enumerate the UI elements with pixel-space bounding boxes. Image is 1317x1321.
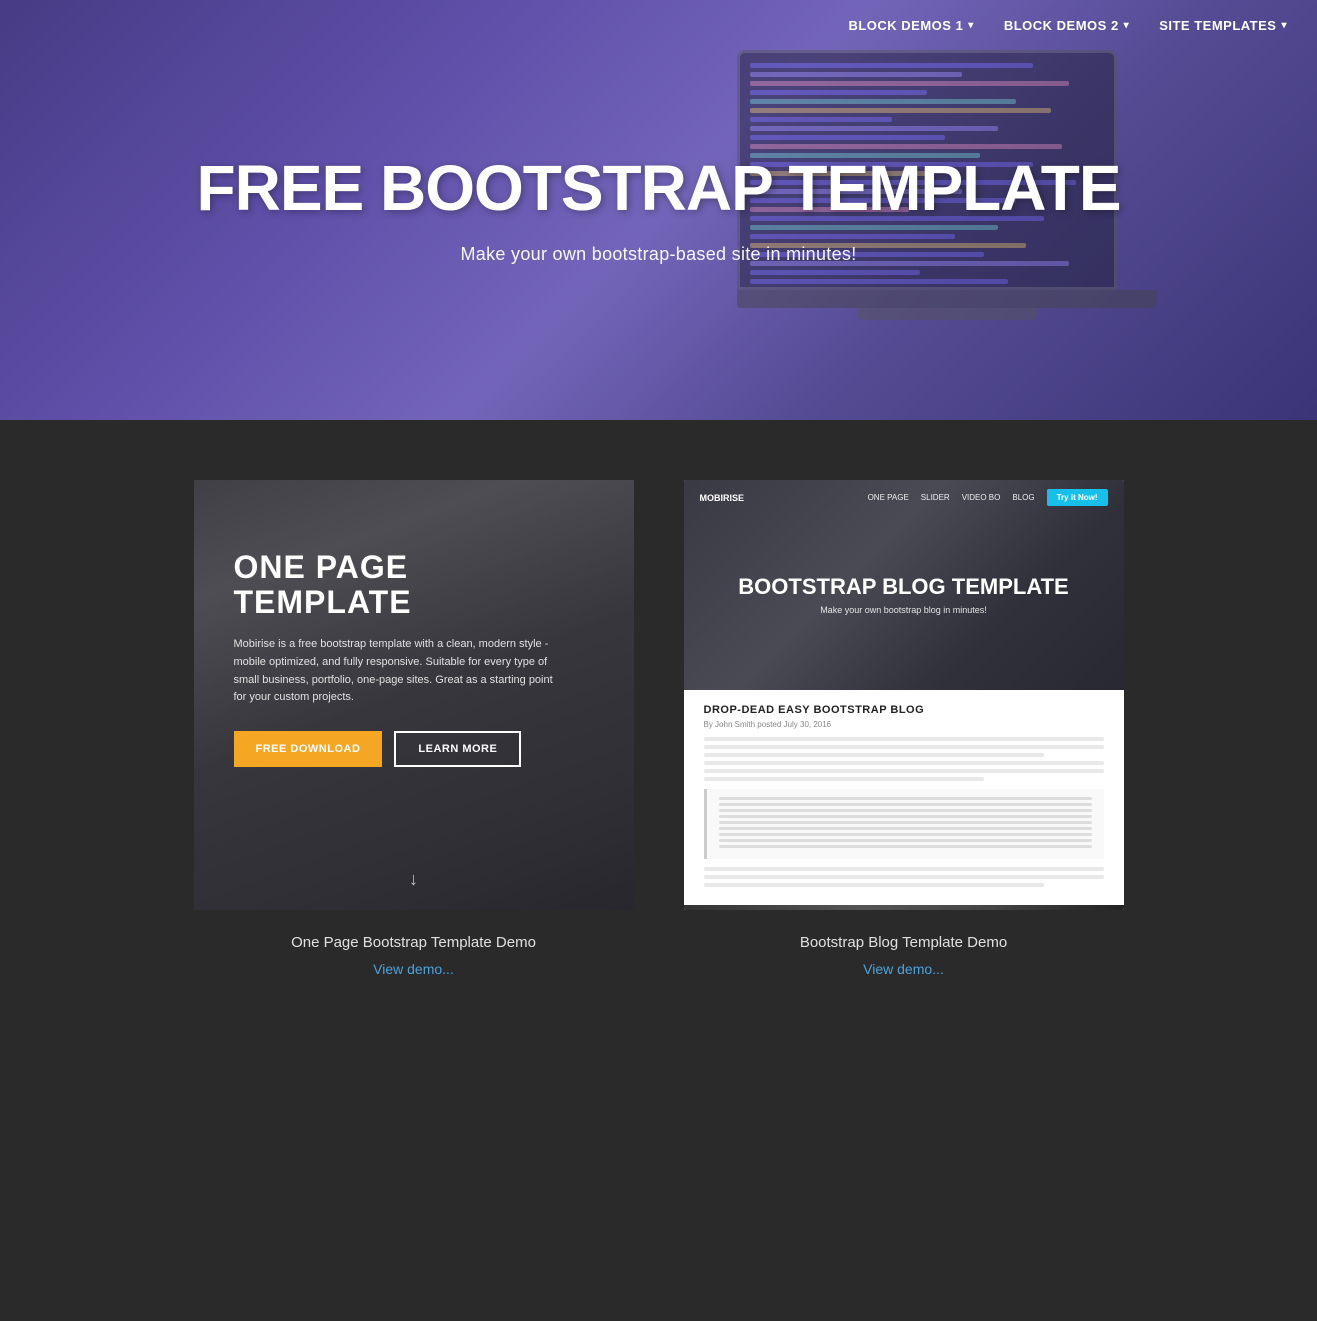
blog-nav-links: ONE PAGE SLIDER VIDEO BO BLOG Try it Now… xyxy=(868,489,1108,506)
blog-article-section: DROP-DEAD EASY BOOTSTRAP BLOG By John Sm… xyxy=(684,690,1124,905)
card-image-blog: MOBIRISE ONE PAGE SLIDER VIDEO BO BLOG T… xyxy=(684,480,1124,910)
laptop-base xyxy=(737,290,1157,308)
blog-top-section: MOBIRISE ONE PAGE SLIDER VIDEO BO BLOG T… xyxy=(684,480,1124,690)
blog-article-title: DROP-DEAD EASY BOOTSTRAP BLOG xyxy=(704,704,1104,716)
blog-bottom-image xyxy=(684,905,1124,910)
nav-block-demos-2[interactable]: BLOCK DEMOS 2 ▾ xyxy=(1004,18,1129,33)
laptop-stand xyxy=(857,308,1037,320)
card-footer-blog: Bootstrap Blog Template Demo View demo..… xyxy=(684,910,1124,987)
chevron-down-icon: ▾ xyxy=(1281,20,1287,31)
card-one-page-title: One Page Bootstrap Template Demo xyxy=(204,934,624,951)
card-image-one-page: ONE PAGE TEMPLATE Mobirise is a free boo… xyxy=(194,480,634,910)
blog-try-now-button[interactable]: Try it Now! xyxy=(1047,489,1108,506)
blog-article-meta: By John Smith posted July 30, 2016 xyxy=(704,720,1104,729)
article-line xyxy=(704,883,1044,887)
article-line xyxy=(704,867,1104,871)
free-download-button[interactable]: FREE DOWNLOAD xyxy=(234,731,383,767)
hero-title: FREE BOOTSTRAP TEMPLATE xyxy=(197,155,1121,222)
hero-content: FREE BOOTSTRAP TEMPLATE Make your own bo… xyxy=(197,155,1121,265)
nav-block-demos-1[interactable]: BLOCK DEMOS 1 ▾ xyxy=(848,18,973,33)
blog-hero-title: BOOTSTRAP BLOG TEMPLATE xyxy=(738,575,1068,599)
quote-line xyxy=(719,809,1092,812)
blog-nav-bar: MOBIRISE ONE PAGE SLIDER VIDEO BO BLOG T… xyxy=(684,480,1124,515)
hero-subtitle: Make your own bootstrap-based site in mi… xyxy=(197,244,1121,265)
article-line xyxy=(704,875,1104,879)
article-line xyxy=(704,769,1104,773)
blog-nav-video[interactable]: VIDEO BO xyxy=(962,493,1001,502)
preview-one-page-text: Mobirise is a free bootstrap template wi… xyxy=(234,636,554,706)
blog-logo: MOBIRISE xyxy=(700,493,745,503)
article-line xyxy=(704,777,984,781)
quote-line xyxy=(719,839,1092,842)
article-line xyxy=(704,753,1044,757)
card-blog-title: Bootstrap Blog Template Demo xyxy=(694,934,1114,951)
chevron-down-icon: ▾ xyxy=(968,20,974,31)
hero-section: FREE BOOTSTRAP TEMPLATE Make your own bo… xyxy=(0,0,1317,420)
learn-more-button[interactable]: LEARN MORE xyxy=(394,731,521,767)
preview-content: ONE PAGE TEMPLATE Mobirise is a free boo… xyxy=(194,480,634,797)
scroll-down-icon: ↓ xyxy=(409,869,418,890)
blog-nav-one-page[interactable]: ONE PAGE xyxy=(868,493,909,502)
blog-hero-content: BOOTSTRAP BLOG TEMPLATE Make your own bo… xyxy=(738,575,1068,615)
navigation: BLOCK DEMOS 1 ▾ BLOCK DEMOS 2 ▾ SITE TEM… xyxy=(818,0,1317,51)
blog-nav-blog[interactable]: BLOG xyxy=(1012,493,1034,502)
nav-label-block-demos-2: BLOCK DEMOS 2 xyxy=(1004,18,1119,33)
card-one-page: ONE PAGE TEMPLATE Mobirise is a free boo… xyxy=(194,480,634,987)
quote-line xyxy=(719,815,1092,818)
preview-one-page-title: ONE PAGE TEMPLATE xyxy=(234,550,594,620)
preview-buttons: FREE DOWNLOAD LEARN MORE xyxy=(234,731,594,767)
article-line xyxy=(704,745,1104,749)
article-line xyxy=(704,737,1104,741)
blog-nav-slider[interactable]: SLIDER xyxy=(921,493,950,502)
nav-label-site-templates: SITE TEMPLATES xyxy=(1159,18,1276,33)
card-footer-one-page: One Page Bootstrap Template Demo View de… xyxy=(194,910,634,987)
preview-blog: MOBIRISE ONE PAGE SLIDER VIDEO BO BLOG T… xyxy=(684,480,1124,910)
nav-label-block-demos-1: BLOCK DEMOS 1 xyxy=(848,18,963,33)
quote-line xyxy=(719,827,1092,830)
quote-line xyxy=(719,833,1092,836)
blog-hero-subtitle: Make your own bootstrap blog in minutes! xyxy=(738,605,1068,615)
card-one-page-link[interactable]: View demo... xyxy=(373,961,454,977)
preview-one-page: ONE PAGE TEMPLATE Mobirise is a free boo… xyxy=(194,480,634,910)
article-line xyxy=(704,761,1104,765)
nav-site-templates[interactable]: SITE TEMPLATES ▾ xyxy=(1159,18,1287,33)
quote-line xyxy=(719,821,1092,824)
quote-line xyxy=(719,845,1092,848)
card-blog: MOBIRISE ONE PAGE SLIDER VIDEO BO BLOG T… xyxy=(684,480,1124,987)
card-blog-link[interactable]: View demo... xyxy=(863,961,944,977)
quote-line xyxy=(719,803,1092,806)
quote-line xyxy=(719,797,1092,800)
blog-quote-box xyxy=(704,789,1104,859)
cards-section: ONE PAGE TEMPLATE Mobirise is a free boo… xyxy=(0,420,1317,1067)
chevron-down-icon: ▾ xyxy=(1124,20,1130,31)
